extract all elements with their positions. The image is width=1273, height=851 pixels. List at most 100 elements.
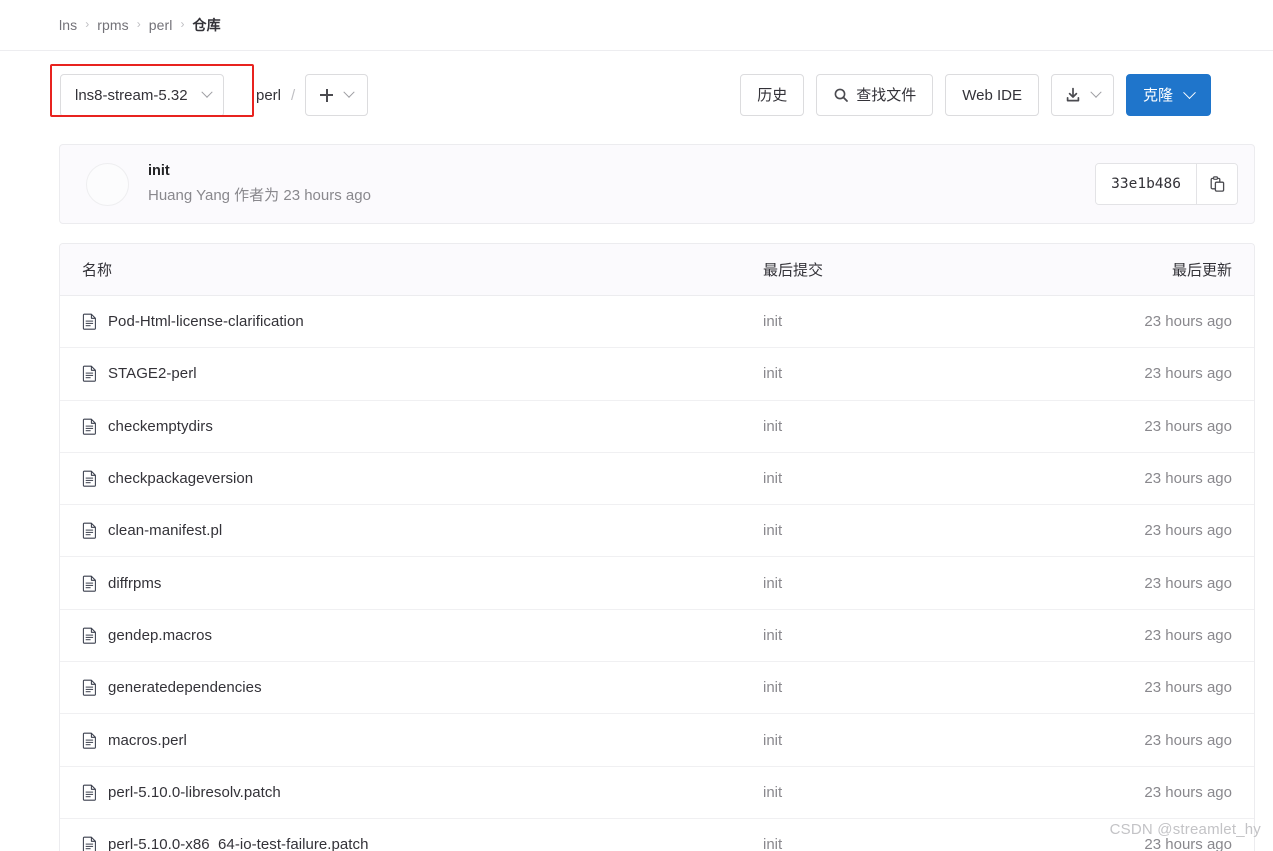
file-last-commit[interactable]: init	[763, 470, 1083, 487]
file-icon	[82, 575, 96, 592]
file-name-cell: checkpackageversion	[60, 470, 763, 487]
file-link[interactable]: clean-manifest.pl	[108, 522, 222, 539]
file-link[interactable]: Pod-Html-license-clarification	[108, 313, 304, 330]
history-button[interactable]: 历史	[740, 74, 805, 116]
file-name-cell: checkemptydirs	[60, 418, 763, 435]
file-link[interactable]: checkpackageversion	[108, 470, 253, 487]
file-last-commit[interactable]: init	[763, 418, 1083, 435]
file-icon	[82, 836, 96, 851]
file-icon	[82, 627, 96, 644]
chevron-down-icon	[1183, 85, 1196, 99]
file-name-cell: generatedependencies	[60, 679, 763, 696]
file-name-cell: STAGE2-perl	[60, 365, 763, 382]
file-last-commit[interactable]: init	[763, 732, 1083, 749]
download-icon	[1066, 87, 1080, 102]
file-name-cell: perl-5.10.0-x86_64-io-test-failure.patch	[60, 836, 763, 851]
download-button[interactable]	[1050, 74, 1114, 116]
file-icon	[82, 418, 96, 435]
file-last-commit[interactable]: init	[763, 784, 1083, 801]
file-name-cell: perl-5.10.0-libresolv.patch	[60, 784, 763, 801]
file-last-update: 23 hours ago	[1144, 731, 1232, 749]
file-last-update: 23 hours ago	[1144, 574, 1232, 592]
file-last-commit[interactable]: init	[763, 522, 1083, 539]
file-last-update: 23 hours ago	[1144, 679, 1232, 697]
table-row[interactable]: perl-5.10.0-libresolv.patch init 23 hours …	[60, 767, 1254, 819]
branch-selector-label: lns8-stream-5.32	[75, 86, 188, 104]
file-link[interactable]: gendep.macros	[108, 627, 212, 644]
chevron-down-icon	[1090, 86, 1102, 98]
file-link[interactable]: perl-5.10.0-libresolv.patch	[108, 784, 281, 801]
breadcrumb-separator-icon: ›	[136, 17, 141, 31]
column-header-name: 名称	[82, 262, 113, 279]
commit-sha[interactable]: 33e1b486	[1096, 164, 1196, 204]
table-row[interactable]: diffrpms init 23 hours ago	[60, 557, 1254, 610]
file-link[interactable]: perl-5.10.0-x86_64-io-test-failure.patch	[108, 836, 368, 851]
file-link[interactable]: generatedependencies	[108, 679, 262, 696]
column-header-last-commit: 最后提交	[763, 262, 824, 279]
file-last-update: 23 hours ago	[1144, 470, 1232, 488]
file-last-update: 23 hours ago	[1144, 417, 1232, 435]
file-last-update: 23 hours ago	[1144, 626, 1232, 644]
repository-page: lns › rpms › perl › 仓库 lns8-stream-5.32 …	[0, 0, 1273, 851]
file-icon	[82, 313, 96, 330]
file-last-commit[interactable]: init	[763, 836, 1083, 851]
table-row[interactable]: gendep.macros init 23 hours ago	[60, 610, 1254, 663]
file-link[interactable]: macros.perl	[108, 732, 187, 749]
file-last-commit[interactable]: init	[763, 365, 1083, 382]
latest-commit-panel: init Huang Yang 作者为 23 hours ago 33e1b48…	[59, 144, 1255, 224]
file-link[interactable]: checkemptydirs	[108, 418, 213, 435]
find-file-button[interactable]: 查找文件	[816, 74, 934, 116]
clipboard-copy-icon	[1210, 176, 1224, 192]
commit-text-group: init Huang Yang 作者为 23 hours ago	[148, 163, 371, 205]
plus-icon	[320, 88, 334, 102]
file-icon	[82, 366, 96, 383]
toolbar-left-group: lns8-stream-5.32 perl /	[50, 63, 369, 117]
file-name-cell: gendep.macros	[60, 627, 763, 644]
table-header-row: 名称 最后提交 最后更新	[60, 244, 1254, 296]
file-last-commit[interactable]: init	[763, 679, 1083, 696]
file-link[interactable]: diffrpms	[108, 575, 161, 592]
file-icon	[82, 523, 96, 540]
commit-title[interactable]: init	[148, 163, 371, 180]
clone-label: 克隆	[1142, 86, 1173, 104]
branch-selector-wrapper: lns8-stream-5.32	[50, 63, 254, 127]
file-name-cell: Pod-Html-license-clarification	[60, 313, 763, 330]
chevron-down-icon	[201, 86, 213, 98]
file-last-commit[interactable]: init	[763, 627, 1083, 644]
file-last-update: 23 hours ago	[1144, 313, 1232, 331]
branch-selector[interactable]: lns8-stream-5.32	[60, 73, 224, 117]
file-link[interactable]: STAGE2-perl	[108, 365, 197, 382]
file-last-commit[interactable]: init	[763, 313, 1083, 330]
table-row[interactable]: checkemptydirs init 23 hours ago	[60, 401, 1254, 453]
commit-author-meta: Huang Yang 作者为 23 hours ago	[148, 187, 371, 205]
table-body: Pod-Html-license-clarification init 23 hou…	[60, 296, 1254, 851]
clone-button[interactable]: 克隆	[1125, 74, 1211, 116]
column-header-last-update: 最后更新	[1171, 262, 1232, 279]
file-last-update: 23 hours ago	[1144, 365, 1232, 383]
breadcrumb-item-lns[interactable]: lns	[59, 17, 77, 33]
breadcrumb-item-perl[interactable]: perl	[149, 17, 173, 33]
table-row[interactable]: generatedependencies init 23 hours ago	[60, 662, 1254, 715]
breadcrumb-separator-icon: ›	[85, 17, 90, 31]
path-root-link[interactable]: perl	[256, 87, 281, 104]
table-row[interactable]: Pod-Html-license-clarification init 23 hou…	[60, 296, 1254, 349]
add-to-repository-button[interactable]	[305, 74, 369, 116]
table-row[interactable]: clean-manifest.pl init 23 hours ago	[60, 505, 1254, 558]
path-separator: /	[291, 86, 296, 104]
file-last-commit[interactable]: init	[763, 575, 1083, 592]
file-icon	[82, 732, 96, 749]
table-row[interactable]: STAGE2-perl init 23 hours ago	[60, 348, 1254, 401]
file-last-update: 23 hours ago	[1144, 522, 1232, 540]
breadcrumb-item-rpms[interactable]: rpms	[97, 17, 129, 33]
table-row[interactable]: macros.perl init 23 hours ago	[60, 714, 1254, 767]
table-row[interactable]: perl-5.10.0-x86_64-io-test-failure.patch…	[60, 819, 1254, 851]
breadcrumb-item-repository: 仓库	[192, 17, 221, 33]
watermark: CSDN @streamlet_hy	[1109, 821, 1261, 838]
path-breadcrumb: perl /	[256, 74, 369, 116]
copy-sha-button[interactable]	[1196, 164, 1237, 204]
find-file-label: 查找文件	[856, 86, 917, 104]
table-row[interactable]: checkpackageversion init 23 hours ago	[60, 453, 1254, 506]
file-list-table: 名称 最后提交 最后更新 Pod-Html-license-clarificat…	[59, 243, 1255, 851]
web-ide-button[interactable]: Web IDE	[945, 74, 1039, 116]
chevron-down-icon	[343, 86, 355, 98]
